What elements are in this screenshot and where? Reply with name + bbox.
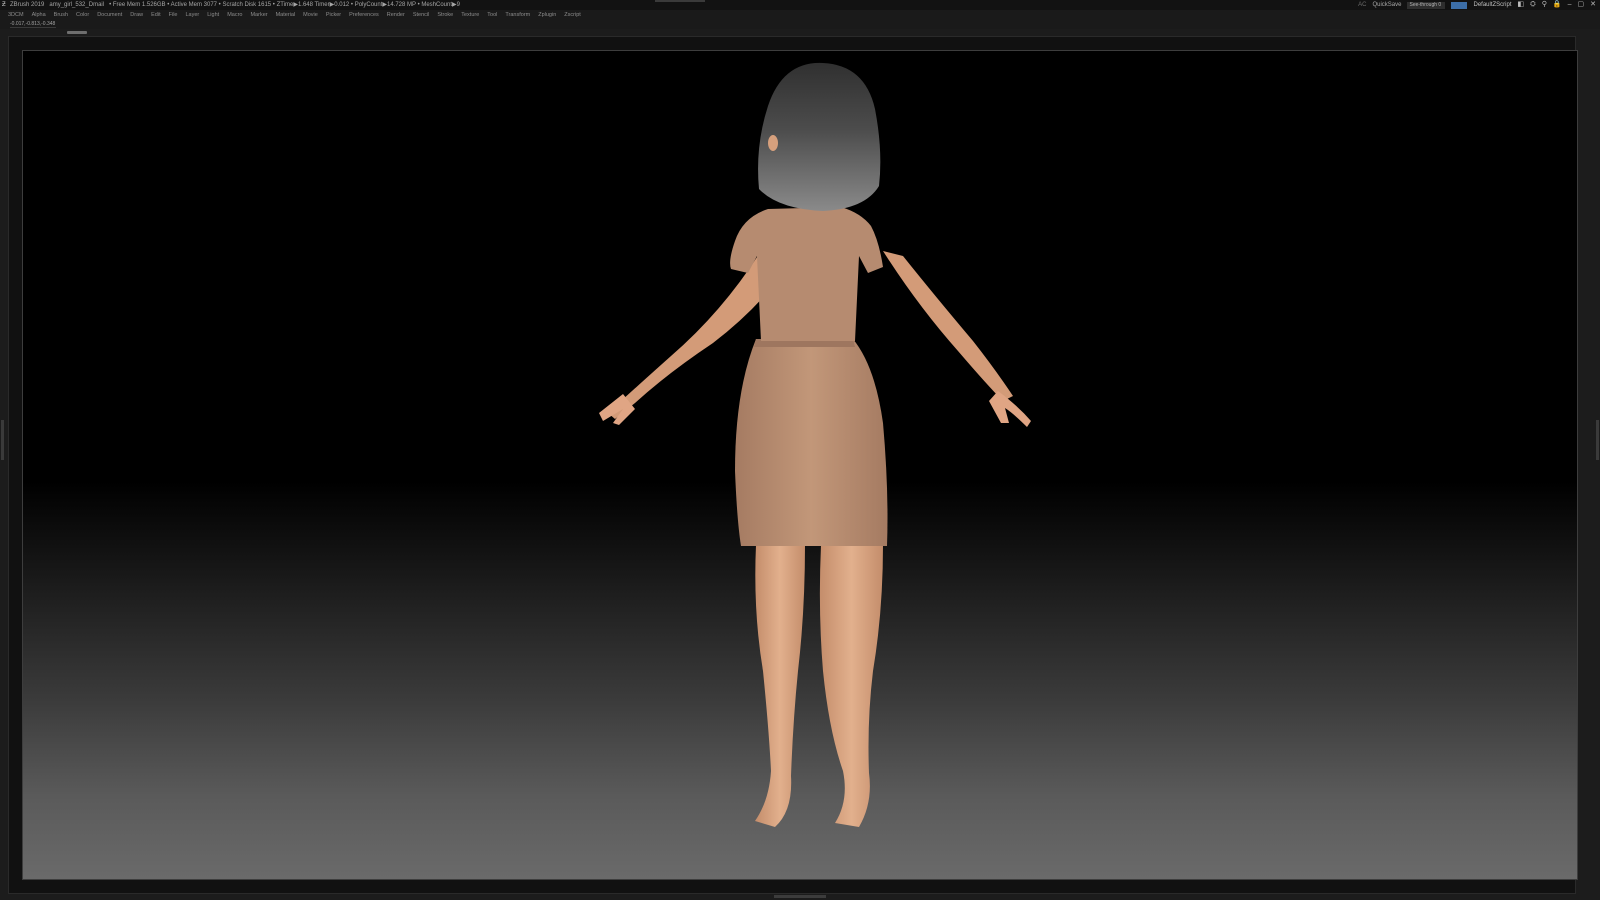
left-ear <box>768 135 778 151</box>
menus-button[interactable] <box>1451 1 1468 9</box>
lock-icon[interactable]: 🔒 <box>1553 0 1562 10</box>
menu-brush[interactable]: Brush <box>54 10 68 20</box>
ac-button[interactable]: AC <box>1358 0 1366 10</box>
title-bar: Ƶ ZBrush 2019 amy_girl_532_Dmail • Free … <box>0 0 1600 10</box>
coordinate-bar: -0.017,-0.813,-0.348 <box>0 20 1600 29</box>
minimize-icon[interactable]: – <box>1568 0 1572 10</box>
shelf-scroll-handle[interactable] <box>67 31 87 34</box>
quicksave-button[interactable]: QuickSave <box>1372 0 1401 10</box>
search-icon[interactable]: ⚲ <box>1542 0 1547 10</box>
character-model[interactable] <box>23 51 1578 880</box>
hair <box>758 62 881 212</box>
menu-draw[interactable]: Draw <box>130 10 143 20</box>
menu-bar: 3DCM Alpha Brush Color Document Draw Edi… <box>0 10 1600 20</box>
window-title: ZBrush 2019 amy_girl_532_Dmail • Free Me… <box>10 0 460 10</box>
menu-zscript[interactable]: Zscript <box>564 10 581 20</box>
menu-file[interactable]: File <box>169 10 178 20</box>
bottom-tray-handle[interactable] <box>774 895 826 898</box>
menu-transform[interactable]: Transform <box>505 10 530 20</box>
menu-layer[interactable]: Layer <box>185 10 199 20</box>
menu-render[interactable]: Render <box>387 10 405 20</box>
right-leg <box>819 545 883 827</box>
menu-stencil[interactable]: Stencil <box>413 10 430 20</box>
document-canvas[interactable] <box>22 50 1578 880</box>
menu-macro[interactable]: Macro <box>227 10 242 20</box>
left-tray-handle[interactable] <box>1 420 4 460</box>
app-title: ZBrush 2019 <box>10 2 45 8</box>
see-through-slider[interactable]: See-through 0 <box>1407 1 1446 9</box>
menu-movie[interactable]: Movie <box>303 10 318 20</box>
window-controls: ◧ ⛭ ⚲ 🔒 – ▢ ✕ <box>1518 0 1597 10</box>
top-tray-handle[interactable] <box>655 0 705 2</box>
menu-picker[interactable]: Picker <box>326 10 341 20</box>
left-leg <box>755 545 805 827</box>
document-name: amy_girl_532_Dmail <box>49 2 105 8</box>
right-arm <box>883 251 1013 401</box>
menu-zplugin[interactable]: Zplugin <box>538 10 556 20</box>
coordinate-divider <box>10 27 56 28</box>
layout-icon[interactable]: ◧ <box>1518 0 1525 10</box>
menu-preferences[interactable]: Preferences <box>349 10 379 20</box>
maximize-icon[interactable]: ▢ <box>1578 0 1585 10</box>
close-icon[interactable]: ✕ <box>1590 0 1596 10</box>
menu-marker[interactable]: Marker <box>250 10 267 20</box>
menu-stroke[interactable]: Stroke <box>437 10 453 20</box>
default-zscript-button[interactable]: DefaultZScript <box>1473 0 1511 10</box>
menu-tool[interactable]: Tool <box>487 10 497 20</box>
menu-edit[interactable]: Edit <box>151 10 160 20</box>
menu-texture[interactable]: Texture <box>461 10 479 20</box>
menu-alpha[interactable]: Alpha <box>32 10 46 20</box>
menu-color[interactable]: Color <box>76 10 89 20</box>
memory-stats: • Free Mem 1.526GB • Active Mem 3077 • S… <box>109 2 460 8</box>
zbrush-logo-icon: Ƶ <box>2 2 6 8</box>
settings-icon[interactable]: ⛭ <box>1530 0 1536 10</box>
menu-document[interactable]: Document <box>97 10 122 20</box>
skirt <box>735 339 888 546</box>
right-tray-handle[interactable] <box>1596 420 1599 460</box>
menu-light[interactable]: Light <box>207 10 219 20</box>
menu-3dcm[interactable]: 3DCM <box>8 10 24 20</box>
see-through-label: See-through <box>1409 1 1438 8</box>
see-through-value: 0 <box>1438 1 1442 8</box>
menu-material[interactable]: Material <box>276 10 296 20</box>
title-bar-controls: AC QuickSave See-through 0 DefaultZScrip… <box>1358 0 1596 10</box>
